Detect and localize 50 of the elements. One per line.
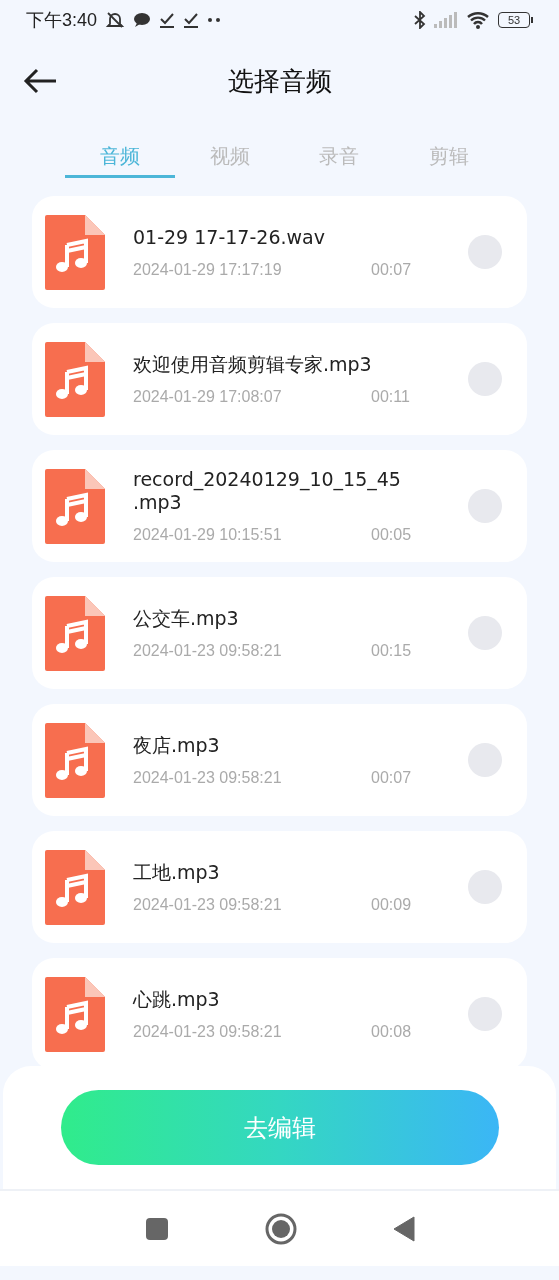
file-name: 公交车.mp3 (133, 606, 240, 630)
file-date: 2024-01-23 09:58:21 (133, 1022, 283, 1041)
file-date: 2024-01-23 09:58:21 (133, 641, 283, 660)
file-card[interactable]: 公交车.mp3 2024-01-23 09:58:21 00:15 (32, 577, 527, 689)
file-name: 工地.mp3 (133, 860, 221, 884)
bluetooth-icon (414, 11, 426, 29)
file-card[interactable]: 工地.mp3 2024-01-23 09:58:21 00:09 (32, 831, 527, 943)
file-duration: 00:15 (371, 641, 412, 660)
music-file-icon (45, 722, 105, 798)
back-button[interactable] (22, 66, 58, 96)
music-file-icon (45, 595, 105, 671)
recents-square-icon[interactable] (144, 1216, 169, 1241)
wifi-icon (466, 11, 490, 29)
download-check-icon (159, 12, 176, 28)
file-card[interactable]: 夜店.mp3 2024-01-23 09:58:21 00:07 (32, 704, 527, 816)
file-name: 夜店.mp3 (133, 733, 221, 757)
file-name: 欢迎使用音频剪辑专家.mp3 (133, 352, 373, 376)
music-file-icon (45, 341, 105, 417)
file-card[interactable]: 欢迎使用音频剪辑专家.mp3 2024-01-29 17:08:07 00:11 (32, 323, 527, 435)
file-name: 01-29 17-17-26.wav (133, 225, 326, 249)
chat-bubble-icon (133, 12, 152, 28)
status-time: 下午3:40 (26, 9, 98, 32)
file-card[interactable]: 01-29 17-17-26.wav 2024-01-29 17:17:19 00:07 (32, 196, 527, 308)
file-date: 2024-01-29 17:08:07 (133, 387, 283, 406)
music-file-icon (45, 468, 105, 544)
more-dots-icon (207, 17, 222, 23)
file-duration: 00:08 (371, 1022, 412, 1041)
file-duration: 00:05 (371, 526, 412, 544)
file-duration: 00:07 (371, 260, 412, 279)
file-duration: 00:07 (371, 768, 412, 787)
music-file-icon (45, 214, 105, 290)
file-date: 2024-01-29 17:17:19 (133, 260, 283, 279)
back-triangle-icon[interactable] (392, 1215, 415, 1242)
file-card[interactable]: record_20240129_10_15_45.mp3 2024-01-29 10:15:51 00:05 (32, 450, 527, 562)
home-circle-icon[interactable] (264, 1212, 297, 1245)
file-date: 2024-01-23 09:58:21 (133, 768, 283, 787)
signal-icon (434, 12, 458, 28)
file-date: 2024-01-29 10:15:51 (133, 526, 283, 544)
file-name: 心跳.mp3 (133, 987, 221, 1011)
file-duration: 00:09 (371, 895, 412, 914)
download-check-icon (183, 12, 200, 28)
file-name: record_20240129_10_15_45.mp3 (133, 468, 402, 514)
file-duration: 00:11 (371, 387, 410, 406)
file-card[interactable]: 心跳.mp3 2024-01-23 09:58:21 00:08 (32, 958, 527, 1066)
page-title: 选择音频 (227, 64, 332, 98)
music-file-icon (45, 849, 105, 925)
music-file-icon (45, 976, 105, 1052)
battery-icon: 53 (498, 12, 533, 28)
file-date: 2024-01-23 09:58:21 (133, 895, 283, 914)
mute-bell-icon (105, 10, 126, 30)
